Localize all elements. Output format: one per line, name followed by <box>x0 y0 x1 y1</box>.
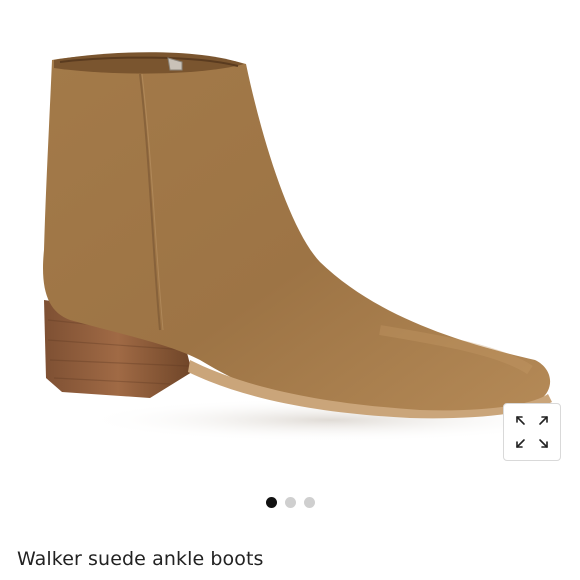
carousel-dot-3[interactable] <box>303 497 315 508</box>
expand-arrows-icon <box>516 416 548 448</box>
product-page: Walker suede ankle boots <box>0 0 580 580</box>
carousel-dot-1[interactable] <box>265 497 277 508</box>
carousel-dot-2[interactable] <box>284 497 296 508</box>
expand-image-button[interactable] <box>503 403 561 461</box>
product-image[interactable] <box>0 0 580 480</box>
product-title: Walker suede ankle boots <box>17 548 264 570</box>
ankle-boot-photo <box>43 52 580 442</box>
carousel-dots <box>0 497 580 509</box>
